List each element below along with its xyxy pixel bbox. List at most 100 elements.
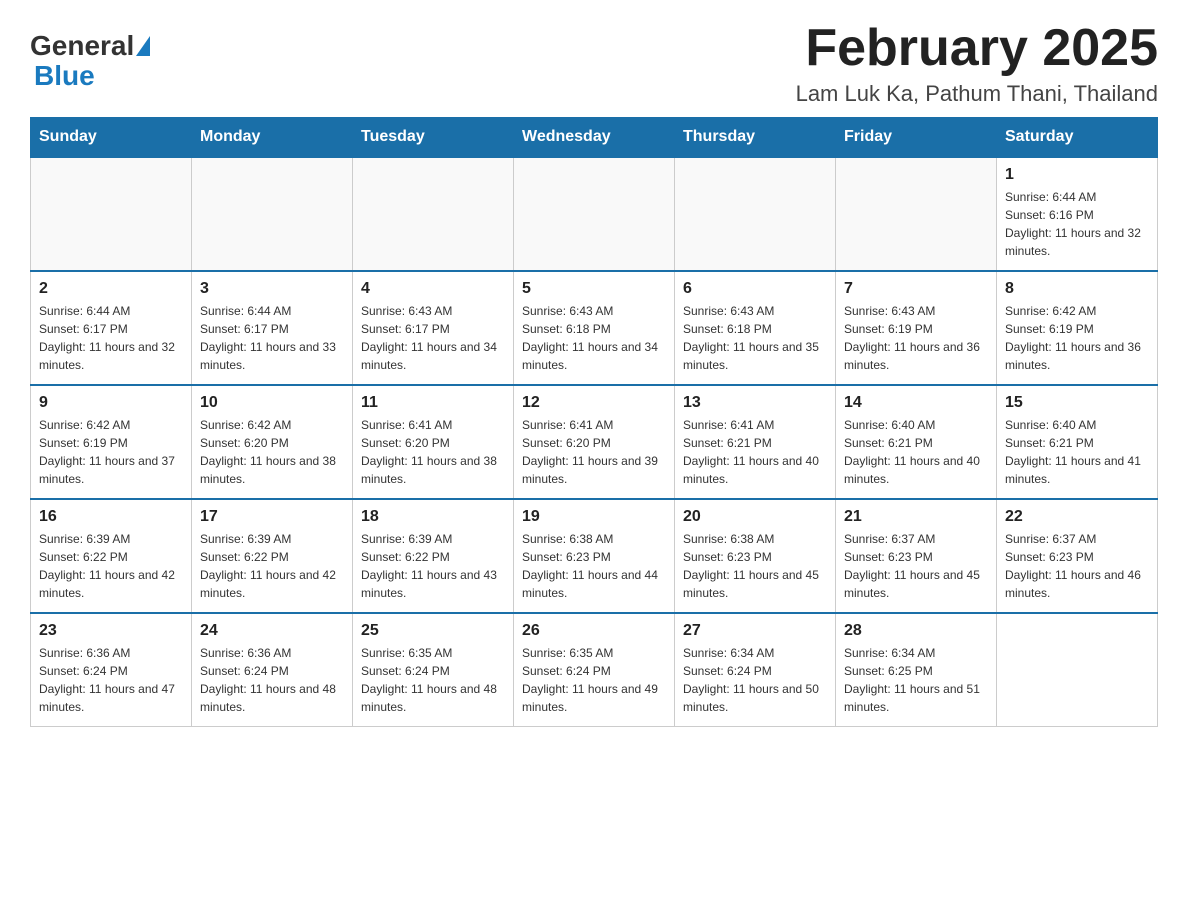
calendar-cell: 4 Sunrise: 6:43 AMSunset: 6:17 PMDaylight… [353,271,514,385]
day-number: 16 [39,508,183,526]
calendar-week-row: 16 Sunrise: 6:39 AMSunset: 6:22 PMDayligh… [31,499,1158,613]
day-info: Sunrise: 6:42 AMSunset: 6:19 PMDaylight:… [39,416,183,488]
day-number: 27 [683,622,827,640]
logo-blue-text: Blue [34,60,95,92]
calendar-cell: 10 Sunrise: 6:42 AMSunset: 6:20 PMDayligh… [192,385,353,499]
calendar-cell: 25 Sunrise: 6:35 AMSunset: 6:24 PMDayligh… [353,613,514,727]
day-info: Sunrise: 6:38 AMSunset: 6:23 PMDaylight:… [683,530,827,602]
calendar-cell [836,157,997,271]
day-number: 12 [522,394,666,412]
calendar-cell: 21Sunrise: 6:37 AMSunset: 6:23 PMDayligh… [836,499,997,613]
calendar-cell: 17 Sunrise: 6:39 AMSunset: 6:22 PMDayligh… [192,499,353,613]
day-info: Sunrise: 6:42 AMSunset: 6:19 PMDaylight:… [1005,302,1149,374]
day-info: Sunrise: 6:43 AMSunset: 6:17 PMDaylight:… [361,302,505,374]
calendar-cell: 19 Sunrise: 6:38 AMSunset: 6:23 PMDayligh… [514,499,675,613]
day-number: 17 [200,508,344,526]
day-info: Sunrise: 6:39 AMSunset: 6:22 PMDaylight:… [361,530,505,602]
day-info: Sunrise: 6:44 AMSunset: 6:17 PMDaylight:… [39,302,183,374]
day-number: 26 [522,622,666,640]
day-number: 20 [683,508,827,526]
calendar-cell [997,613,1158,727]
calendar-cell: 22Sunrise: 6:37 AMSunset: 6:23 PMDayligh… [997,499,1158,613]
day-info: Sunrise: 6:43 AMSunset: 6:18 PMDaylight:… [683,302,827,374]
day-info: Sunrise: 6:34 AMSunset: 6:24 PMDaylight:… [683,644,827,716]
day-number: 10 [200,394,344,412]
day-info: Sunrise: 6:40 AMSunset: 6:21 PMDaylight:… [844,416,988,488]
calendar-cell [192,157,353,271]
calendar-cell: 12 Sunrise: 6:41 AMSunset: 6:20 PMDayligh… [514,385,675,499]
day-info: Sunrise: 6:42 AMSunset: 6:20 PMDaylight:… [200,416,344,488]
day-info: Sunrise: 6:36 AMSunset: 6:24 PMDaylight:… [200,644,344,716]
day-number: 3 [200,280,344,298]
calendar-cell: 6 Sunrise: 6:43 AMSunset: 6:18 PMDaylight… [675,271,836,385]
day-number: 9 [39,394,183,412]
calendar-cell: 27 Sunrise: 6:34 AMSunset: 6:24 PMDayligh… [675,613,836,727]
day-number: 1 [1005,166,1149,184]
calendar-cell [514,157,675,271]
calendar-cell: 9 Sunrise: 6:42 AMSunset: 6:19 PMDaylight… [31,385,192,499]
calendar-week-row: 9 Sunrise: 6:42 AMSunset: 6:19 PMDaylight… [31,385,1158,499]
day-number: 11 [361,394,505,412]
page-header: General Blue February 2025 Lam Luk Ka, P… [30,20,1158,107]
day-info: Sunrise: 6:36 AMSunset: 6:24 PMDaylight:… [39,644,183,716]
calendar-cell: 18 Sunrise: 6:39 AMSunset: 6:22 PMDayligh… [353,499,514,613]
day-info: Sunrise: 6:43 AMSunset: 6:19 PMDaylight:… [844,302,988,374]
day-info: Sunrise: 6:35 AMSunset: 6:24 PMDaylight:… [522,644,666,716]
day-info: Sunrise: 6:38 AMSunset: 6:23 PMDaylight:… [522,530,666,602]
calendar-week-row: 2Sunrise: 6:44 AMSunset: 6:17 PMDaylight… [31,271,1158,385]
day-number: 6 [683,280,827,298]
day-info: Sunrise: 6:34 AMSunset: 6:25 PMDaylight:… [844,644,988,716]
logo-general-text: General [30,30,134,62]
day-number: 4 [361,280,505,298]
calendar-cell: 28 Sunrise: 6:34 AMSunset: 6:25 PMDayligh… [836,613,997,727]
day-number: 25 [361,622,505,640]
day-number: 19 [522,508,666,526]
day-info: Sunrise: 6:43 AMSunset: 6:18 PMDaylight:… [522,302,666,374]
calendar-cell: 24 Sunrise: 6:36 AMSunset: 6:24 PMDayligh… [192,613,353,727]
calendar-cell [675,157,836,271]
day-number: 23 [39,622,183,640]
calendar-cell: 14 Sunrise: 6:40 AMSunset: 6:21 PMDayligh… [836,385,997,499]
calendar-cell: 1 Sunrise: 6:44 AMSunset: 6:16 PMDaylight… [997,157,1158,271]
calendar-cell: 13Sunrise: 6:41 AMSunset: 6:21 PMDayligh… [675,385,836,499]
column-header-friday: Friday [836,118,997,158]
day-number: 21 [844,508,988,526]
calendar-cell [353,157,514,271]
day-info: Sunrise: 6:44 AMSunset: 6:16 PMDaylight:… [1005,188,1149,260]
calendar-cell: 26 Sunrise: 6:35 AMSunset: 6:24 PMDayligh… [514,613,675,727]
location-subtitle: Lam Luk Ka, Pathum Thani, Thailand [796,81,1158,107]
calendar-week-row: 23 Sunrise: 6:36 AMSunset: 6:24 PMDayligh… [31,613,1158,727]
month-title: February 2025 [796,20,1158,77]
calendar-cell: 20 Sunrise: 6:38 AMSunset: 6:23 PMDayligh… [675,499,836,613]
column-header-sunday: Sunday [31,118,192,158]
calendar-cell: 5 Sunrise: 6:43 AMSunset: 6:18 PMDaylight… [514,271,675,385]
calendar-cell: 16 Sunrise: 6:39 AMSunset: 6:22 PMDayligh… [31,499,192,613]
calendar-cell: 11Sunrise: 6:41 AMSunset: 6:20 PMDayligh… [353,385,514,499]
column-header-saturday: Saturday [997,118,1158,158]
day-number: 24 [200,622,344,640]
day-info: Sunrise: 6:44 AMSunset: 6:17 PMDaylight:… [200,302,344,374]
calendar-cell: 15Sunrise: 6:40 AMSunset: 6:21 PMDayligh… [997,385,1158,499]
title-section: February 2025 Lam Luk Ka, Pathum Thani, … [796,20,1158,107]
day-number: 28 [844,622,988,640]
day-number: 18 [361,508,505,526]
day-info: Sunrise: 6:41 AMSunset: 6:20 PMDaylight:… [522,416,666,488]
calendar-cell: 7 Sunrise: 6:43 AMSunset: 6:19 PMDaylight… [836,271,997,385]
day-info: Sunrise: 6:39 AMSunset: 6:22 PMDaylight:… [39,530,183,602]
day-info: Sunrise: 6:39 AMSunset: 6:22 PMDaylight:… [200,530,344,602]
calendar-cell: 8Sunrise: 6:42 AMSunset: 6:19 PMDaylight… [997,271,1158,385]
day-number: 7 [844,280,988,298]
column-header-monday: Monday [192,118,353,158]
calendar-table: SundayMondayTuesdayWednesdayThursdayFrid… [30,117,1158,727]
day-number: 14 [844,394,988,412]
calendar-cell: 3 Sunrise: 6:44 AMSunset: 6:17 PMDaylight… [192,271,353,385]
column-header-thursday: Thursday [675,118,836,158]
day-number: 5 [522,280,666,298]
calendar-week-row: 1 Sunrise: 6:44 AMSunset: 6:16 PMDaylight… [31,157,1158,271]
calendar-header-row: SundayMondayTuesdayWednesdayThursdayFrid… [31,118,1158,158]
day-info: Sunrise: 6:37 AMSunset: 6:23 PMDaylight:… [1005,530,1149,602]
logo-triangle-icon [136,36,150,56]
day-number: 15 [1005,394,1149,412]
day-info: Sunrise: 6:35 AMSunset: 6:24 PMDaylight:… [361,644,505,716]
calendar-cell [31,157,192,271]
